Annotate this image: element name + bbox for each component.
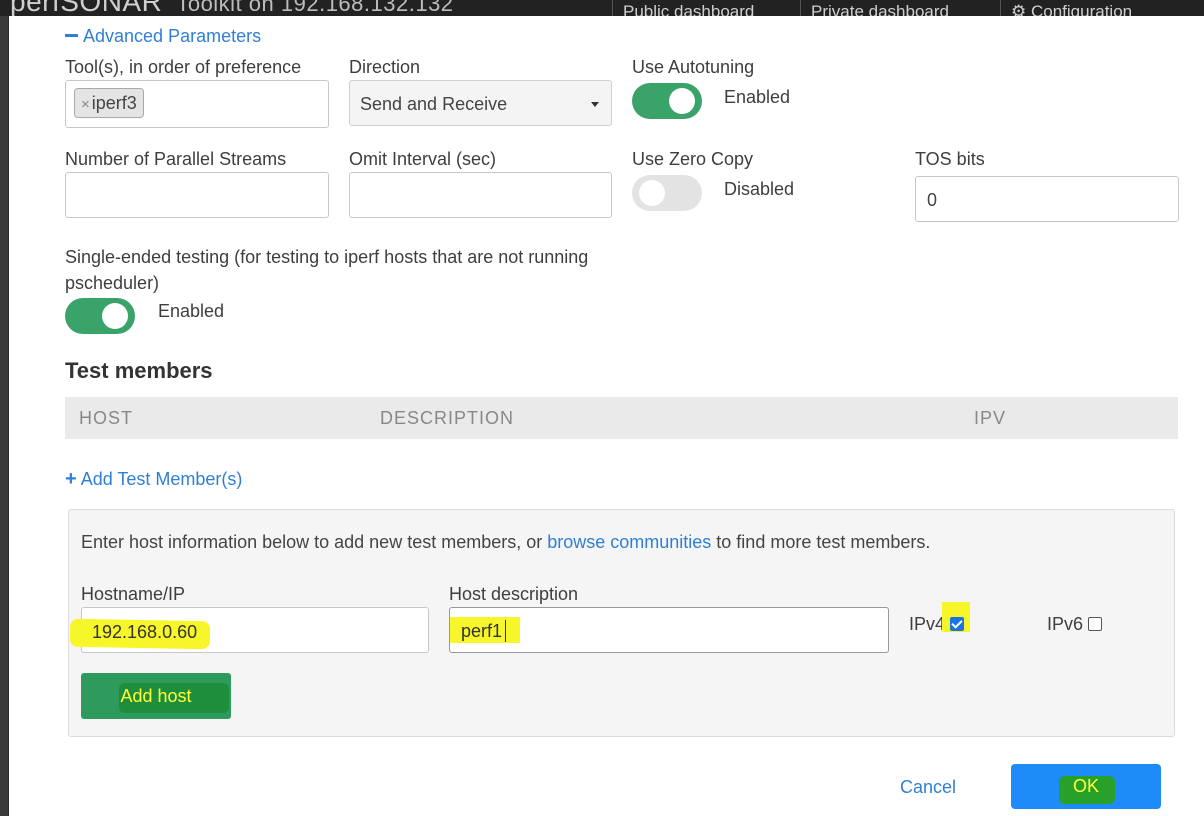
add-test-member-label: Add Test Member(s): [80, 469, 243, 489]
info-text-before: Enter host information below to add new …: [81, 532, 548, 552]
background-brand: perfSONAR Toolkit on 192.168.132.132: [10, 0, 454, 16]
minus-icon: [65, 34, 78, 37]
tools-label: Tool(s), in order of preference: [65, 57, 302, 77]
autotuning-toggle[interactable]: [632, 83, 702, 119]
add-test-member-link[interactable]: + Add Test Member(s): [65, 468, 242, 491]
ipv4-label: IPv4: [909, 614, 946, 634]
advanced-parameters-label: Advanced Parameters: [83, 26, 262, 46]
tools-select[interactable]: × iperf3: [65, 80, 329, 128]
parallel-streams-label: Number of Parallel Streams: [65, 149, 287, 169]
host-description-label: Host description: [449, 584, 579, 604]
omit-interval-label: Omit Interval (sec): [349, 149, 497, 169]
add-host-button[interactable]: Add host: [81, 673, 231, 719]
tab-public-dashboard[interactable]: Public dashboard: [612, 0, 789, 16]
tab-configuration-label: Configuration: [1030, 2, 1133, 16]
ipv4-option[interactable]: IPv4: [909, 602, 971, 635]
ipv4-checkbox[interactable]: [950, 617, 965, 631]
info-text-after: to find more test members.: [711, 532, 931, 552]
tab-private-dashboard[interactable]: Private dashboard: [800, 0, 989, 16]
background-header: perfSONAR Toolkit on 192.168.132.132 Publ…: [0, 0, 1204, 16]
zero-copy-status: Disabled: [724, 179, 795, 199]
brand-name: perfSONAR: [10, 0, 163, 16]
add-host-label: Add host: [120, 686, 192, 706]
edit-test-modal: Advanced Parameters Tool(s), in order of…: [9, 16, 1204, 816]
tos-bits-value: 0: [927, 190, 938, 210]
ipv4-checkbox-wrap: [942, 602, 971, 635]
hostname-label: Hostname/IP: [81, 584, 186, 604]
add-host-info: Enter host information below to add new …: [81, 532, 930, 553]
ok-button[interactable]: OK: [1011, 764, 1161, 809]
tos-bits-label: TOS bits: [915, 149, 985, 169]
single-ended-status: Enabled: [158, 301, 225, 321]
parallel-streams-input[interactable]: [65, 172, 329, 218]
toggle-knob: [102, 303, 128, 329]
zero-copy-label: Use Zero Copy: [632, 149, 754, 169]
single-ended-toggle[interactable]: [65, 298, 135, 334]
column-header-description: DESCRIPTION: [380, 408, 515, 428]
brand-subtitle: Toolkit on 192.168.132.132: [176, 0, 454, 16]
direction-value: Send and Receive: [360, 94, 508, 114]
toggle-knob: [669, 88, 695, 114]
host-description-value: perf1: [461, 621, 503, 641]
hostname-value: 192.168.0.60: [92, 622, 198, 642]
direction-select[interactable]: Send and Receive: [349, 80, 612, 126]
autotuning-status: Enabled: [724, 87, 791, 107]
text-cursor: [505, 620, 506, 642]
tos-bits-input[interactable]: 0: [915, 176, 1179, 222]
add-host-panel: Enter host information below to add new …: [68, 509, 1175, 737]
ipv6-option[interactable]: IPv6: [1047, 614, 1103, 635]
advanced-parameters-toggle[interactable]: Advanced Parameters: [65, 26, 261, 47]
plus-icon: +: [65, 468, 77, 490]
zero-copy-toggle[interactable]: [632, 175, 702, 211]
toggle-knob: [639, 180, 665, 206]
ok-label: OK: [1072, 776, 1099, 796]
chevron-down-icon: [591, 102, 599, 107]
browse-communities-link[interactable]: browse communities: [547, 532, 711, 552]
ipv6-label: IPv6: [1047, 614, 1084, 634]
test-members-table-header: HOST DESCRIPTION IPV: [65, 397, 1178, 439]
single-ended-label: Single-ended testing (for testing to ipe…: [65, 247, 589, 293]
background-page-edge: [0, 16, 8, 816]
autotuning-label: Use Autotuning: [632, 57, 755, 77]
hostname-input[interactable]: 192.168.0.60: [69, 607, 429, 653]
cancel-button[interactable]: Cancel: [900, 777, 956, 798]
direction-label: Direction: [349, 57, 421, 77]
omit-interval-input[interactable]: [349, 172, 612, 218]
host-description-input[interactable]: perf1: [449, 607, 889, 653]
ipv6-checkbox[interactable]: [1088, 617, 1103, 631]
gear-icon: ⚙: [1011, 2, 1027, 16]
tool-tag-label: iperf3: [91, 93, 137, 113]
tool-tag[interactable]: × iperf3: [74, 88, 144, 118]
column-header-ipv: IPV: [974, 408, 1007, 428]
column-header-host: HOST: [79, 408, 134, 428]
tag-remove-icon[interactable]: ×: [81, 96, 90, 113]
tab-configuration[interactable]: ⚙ Configuration: [1000, 0, 1171, 16]
test-members-title: Test members: [65, 358, 213, 383]
